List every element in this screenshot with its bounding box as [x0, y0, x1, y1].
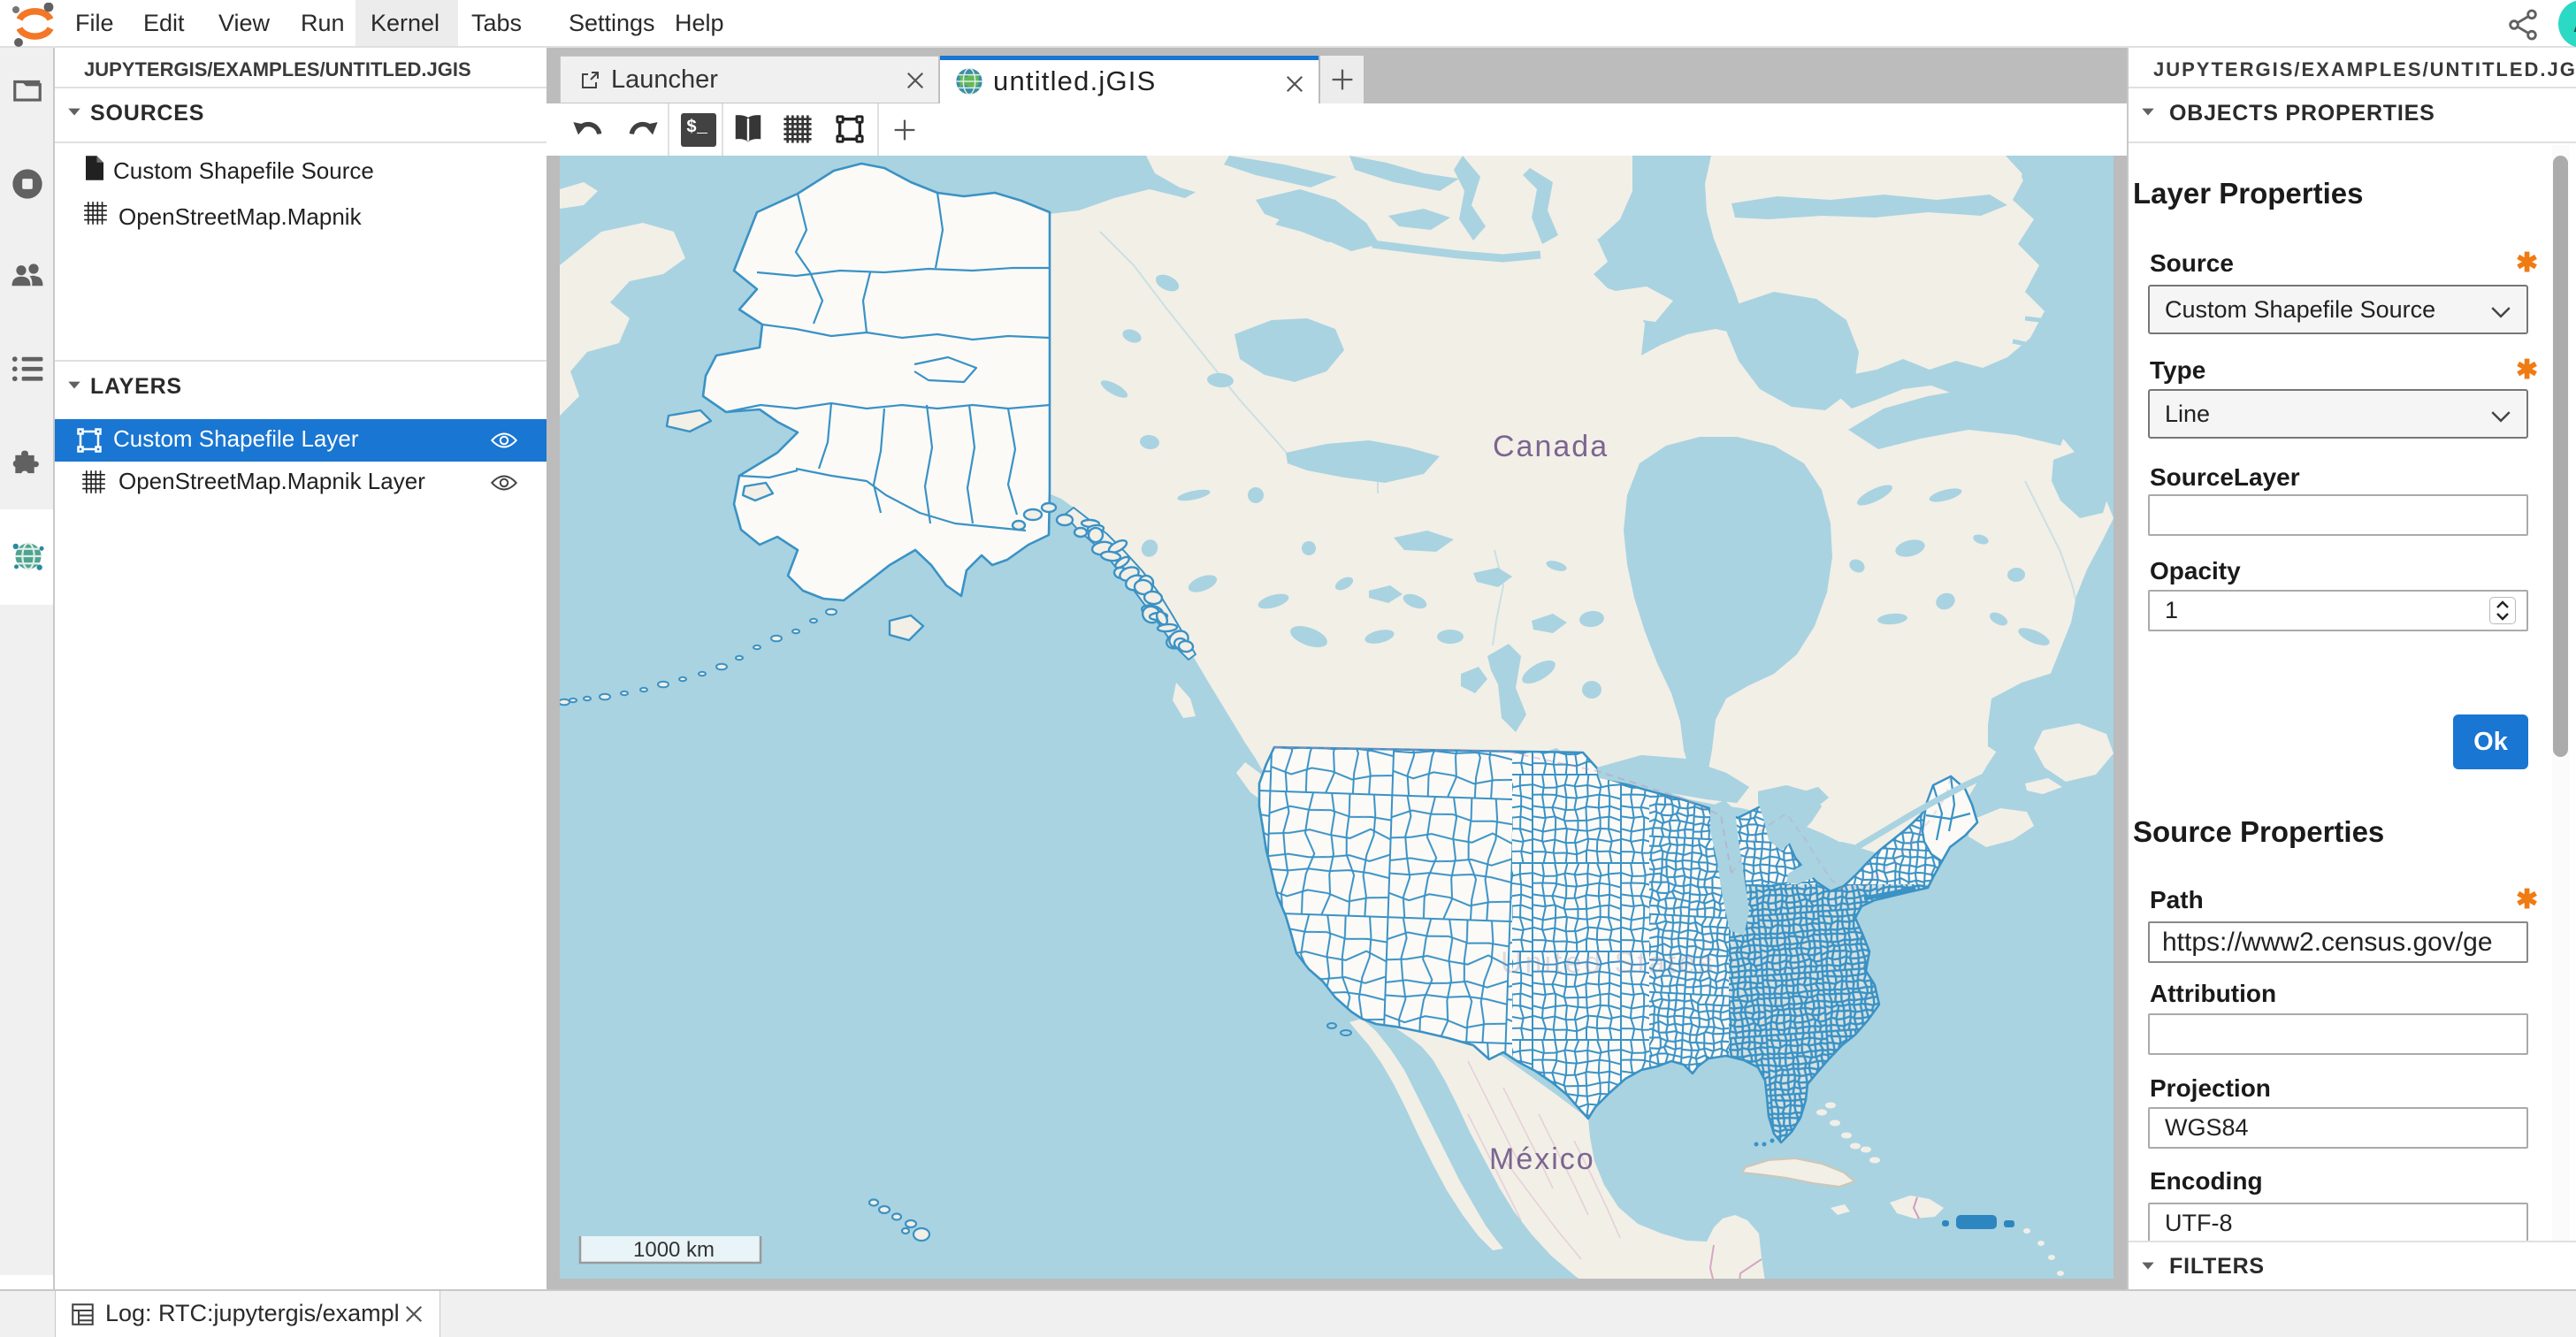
svg-text:1000 km: 1000 km	[633, 1238, 715, 1262]
svg-text:Canada: Canada	[1493, 430, 1609, 463]
svg-text:United States: United States	[1501, 946, 1716, 980]
svg-text:México: México	[1489, 1142, 1595, 1176]
